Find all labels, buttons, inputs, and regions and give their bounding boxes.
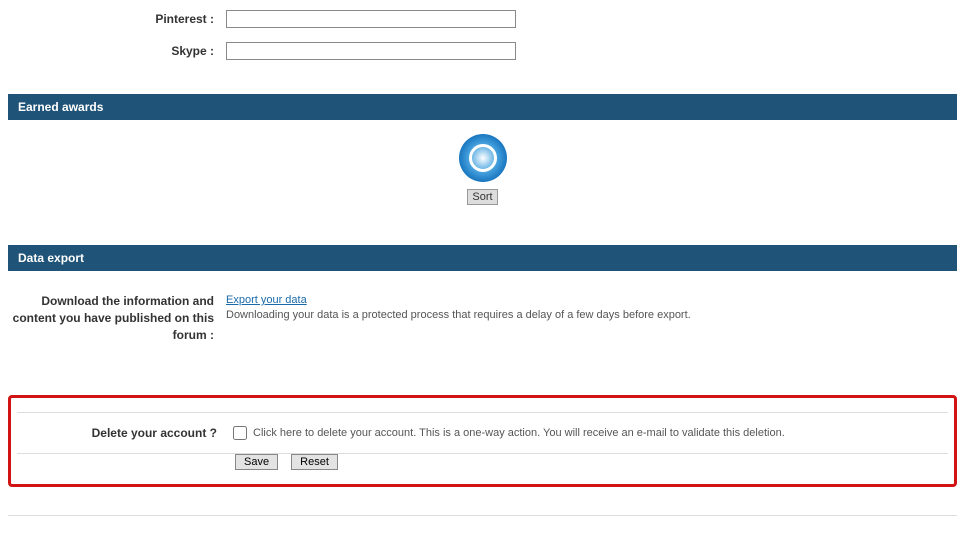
delete-account-label: Delete your account ? [17,426,229,440]
delete-account-box: Delete your account ? Click here to dele… [8,395,957,487]
save-button[interactable]: Save [235,454,278,470]
sort-button[interactable]: Sort [467,189,497,205]
earned-awards-header: Earned awards [8,94,957,120]
skype-input[interactable] [226,42,516,60]
export-label: Download the information and content you… [8,293,226,343]
export-data-link[interactable]: Export your data [226,294,307,306]
award-badge-icon [459,134,507,182]
export-body: Download the information and content you… [8,271,957,365]
pinterest-row: Pinterest : [8,6,957,32]
reset-button[interactable]: Reset [291,454,338,470]
skype-label: Skype : [8,44,226,58]
delete-account-description: Click here to delete your account. This … [253,427,785,439]
delete-account-checkbox[interactable] [233,426,247,440]
skype-row: Skype : [8,38,957,64]
bottom-divider [8,515,957,516]
pinterest-input[interactable] [226,10,516,28]
export-description: Downloading your data is a protected pro… [226,309,691,321]
awards-body: Sort [8,120,957,215]
pinterest-label: Pinterest : [8,12,226,26]
data-export-header: Data export [8,245,957,271]
